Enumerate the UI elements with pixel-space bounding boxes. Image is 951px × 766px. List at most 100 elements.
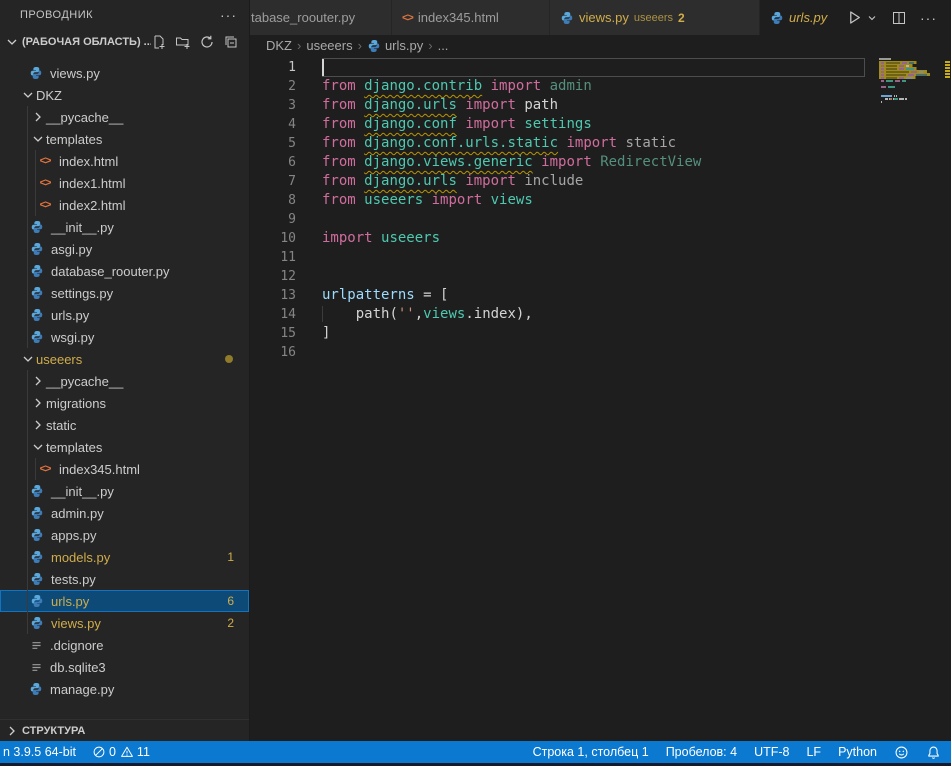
code-line-16[interactable]: 16 [250,343,865,362]
code-line-9[interactable]: 9 [250,210,865,229]
tree-item-__pycache__[interactable]: __pycache__ [0,370,249,392]
git-changes-badge: 2 [227,616,234,630]
code-line-15[interactable]: 15] [250,324,865,343]
tree-item-settings.py[interactable]: settings.py [0,282,249,304]
code-line-8[interactable]: 8from useeers import views [250,191,865,210]
collapse-all-icon[interactable] [223,34,239,50]
status-language-mode[interactable]: Python [838,745,877,759]
code-line-content: from django.views.generic import Redirec… [322,153,865,172]
tab-index345.html[interactable]: <>index345.html [392,0,550,35]
run-button-icon[interactable] [846,9,863,26]
python-file-icon [29,66,43,80]
run-dropdown-chevron-icon[interactable] [866,12,878,24]
tree-item-__pycache__[interactable]: __pycache__ [0,106,249,128]
tree-item-templates[interactable]: templates [0,436,249,458]
code-line-14[interactable]: 14 path('',views.index), [250,305,865,324]
code-line-11[interactable]: 11 [250,248,865,267]
tree-item-label: useeers [36,352,82,367]
minimap[interactable] [879,58,943,741]
code-line-10[interactable]: 10import useeers [250,229,865,248]
tree-item-db.sqlite3[interactable]: db.sqlite3 [0,656,249,678]
code-line-7[interactable]: 7from django.urls import include [250,172,865,191]
breadcrumb-item-useeers[interactable]: useeers [306,38,352,53]
tree-item-index1.html[interactable]: <>index1.html [0,172,249,194]
tree-item-views.py[interactable]: views.py [0,62,249,84]
tree-item-DKZ[interactable]: DKZ [0,84,249,106]
indent-guide [35,150,36,172]
indent-guide [27,128,28,150]
split-editor-icon[interactable] [891,10,907,26]
status-indentation[interactable]: Пробелов: 4 [666,745,737,759]
tree-item-static[interactable]: static [0,414,249,436]
code-line-content [322,248,865,267]
indent-guide [27,414,28,436]
tree-item-asgi.py[interactable]: asgi.py [0,238,249,260]
tree-item-migrations[interactable]: migrations [0,392,249,414]
code-line-content: from django.contrib import admin [322,77,865,96]
tree-item-templates[interactable]: templates [0,128,249,150]
status-encoding[interactable]: UTF-8 [754,745,789,759]
tree-item-admin.py[interactable]: admin.py [0,502,249,524]
tab-tabase_roouter.py[interactable]: tabase_roouter.py [250,0,392,35]
workspace-section-header[interactable]: (РАБОЧАЯ ОБЛАСТЬ) ... [0,30,249,54]
code-line-1[interactable]: 1 [250,58,865,77]
tab-views.py[interactable]: views.pyuseeers2 [550,0,760,35]
indent-guide [27,282,28,304]
status-eol[interactable]: LF [806,745,821,759]
tree-item-database_roouter.py[interactable]: database_roouter.py [0,260,249,282]
tree-item-.dcignore[interactable]: .dcignore [0,634,249,656]
explorer-more-actions-icon[interactable]: ··· [220,7,237,23]
tree-item-urls.py[interactable]: urls.py6 [0,590,249,612]
tree-item-models.py[interactable]: models.py1 [0,546,249,568]
tree-item-label: index.html [59,154,118,169]
chevron-down-icon [20,351,36,367]
tree-item-wsgi.py[interactable]: wsgi.py [0,326,249,348]
new-file-icon[interactable] [151,34,167,50]
tree-item-views.py[interactable]: views.py2 [0,612,249,634]
tree-item-index345.html[interactable]: <>index345.html [0,458,249,480]
code-line-2[interactable]: 2from django.contrib import admin [250,77,865,96]
indent-guide [27,546,28,568]
tree-item-urls.py[interactable]: urls.py [0,304,249,326]
tree-item-label: __init__.py [51,484,114,499]
code-line-12[interactable]: 12 [250,267,865,286]
status-cursor-position[interactable]: Строка 1, столбец 1 [533,745,649,759]
tree-item-__init__.py[interactable]: __init__.py [0,216,249,238]
python-file-icon [29,682,43,696]
problems-status[interactable]: 0 11 [92,745,150,759]
tabs: tabase_roouter.py<>index345.htmlviews.py… [250,0,830,35]
code-line-5[interactable]: 5from django.conf.urls.static import sta… [250,134,865,153]
python-file-icon [29,329,45,345]
tree-item-label: database_roouter.py [51,264,170,279]
tree-item-index2.html[interactable]: <>index2.html [0,194,249,216]
minimap-line [879,79,943,82]
tree-item-apps.py[interactable]: apps.py [0,524,249,546]
code-line-content: from django.urls import include [322,172,865,191]
tree-item-manage.py[interactable]: manage.py [0,678,249,700]
tree-item-useeers[interactable]: useeers [0,348,249,370]
new-folder-icon[interactable] [175,34,191,50]
feedback-icon[interactable] [894,745,909,760]
tab-urls.py[interactable]: urls.pyuseeers6× [760,0,830,35]
minimap-line [879,100,943,103]
tree-item-index.html[interactable]: <>index.html [0,150,249,172]
code-line-6[interactable]: 6from django.views.generic import Redire… [250,153,865,172]
code-line-13[interactable]: 13urlpatterns = [ [250,286,865,305]
warning-ruler-mark [945,70,950,72]
python-interpreter-status[interactable]: n 3.9.5 64-bit [3,745,76,759]
code-line-3[interactable]: 3from django.urls import path [250,96,865,115]
tree-item-tests.py[interactable]: tests.py [0,568,249,590]
refresh-icon[interactable] [199,34,215,50]
breadcrumb-item-urls.py[interactable]: urls.py [367,38,423,53]
notifications-bell-icon[interactable] [926,745,941,760]
code-line-4[interactable]: 4from django.conf import settings [250,115,865,134]
breadcrumb-item-DKZ[interactable]: DKZ [266,38,292,53]
line-number: 16 [250,343,322,362]
tree-item-__init__.py[interactable]: __init__.py [0,480,249,502]
editor-more-actions-icon[interactable]: ··· [920,10,937,26]
breadcrumb-item-...[interactable]: ... [438,38,449,53]
line-number: 14 [250,305,322,324]
tree-item-label: db.sqlite3 [50,660,106,675]
tree-item-label: __pycache__ [46,374,123,389]
outline-section-header[interactable]: СТРУКТУРА [0,719,249,741]
